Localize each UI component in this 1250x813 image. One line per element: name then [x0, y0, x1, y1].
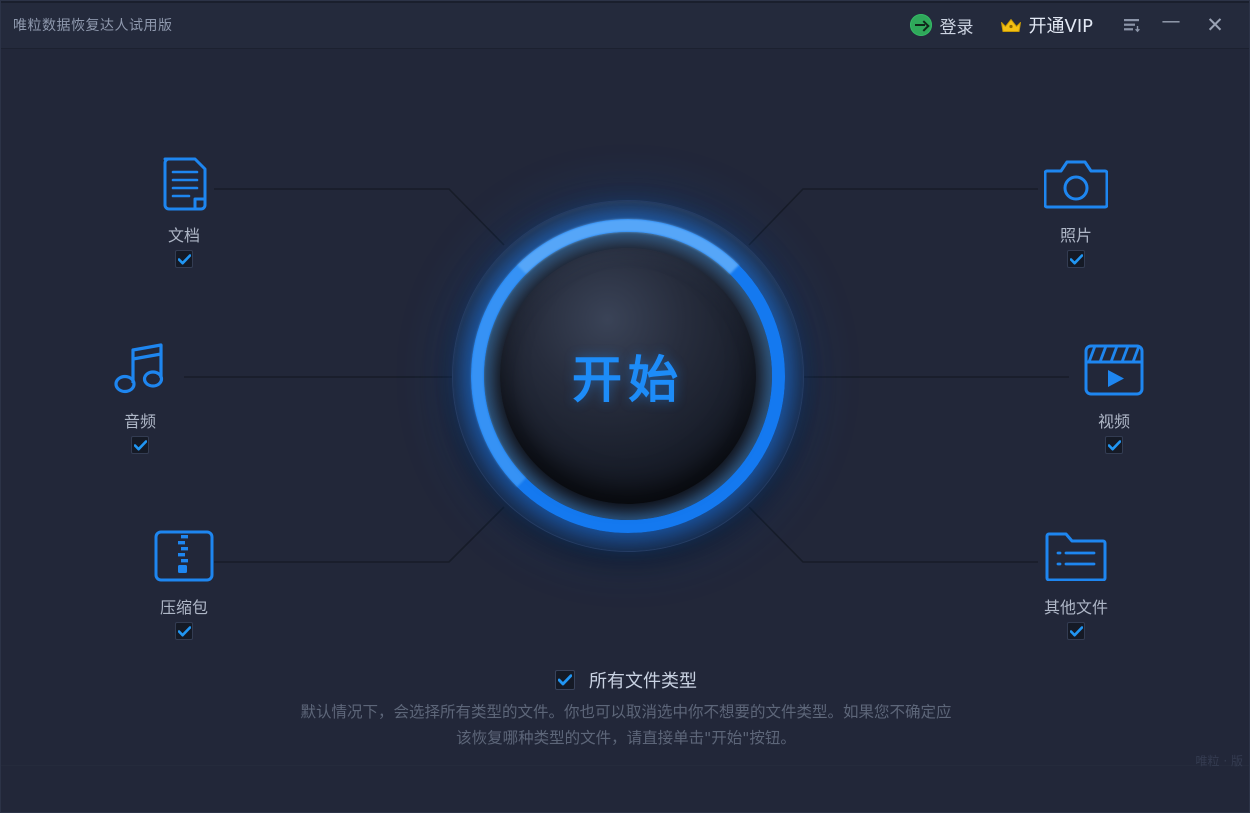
minimize-glyph: — [1161, 9, 1181, 32]
music-note-icon [111, 341, 169, 399]
open-vip-button[interactable]: 开通VIP [1000, 1, 1093, 49]
hint-line-2: 该恢复哪种类型的文件，请直接单击"开始"按钮。 [456, 729, 796, 747]
file-type-label: 音频 [123, 412, 156, 431]
main-stage: 开始 文档 照片 音频 视频 压缩包 其他文件 所有文件类型 默认情况下，会选择… [1, 49, 1249, 812]
film-clapper-icon [1084, 341, 1144, 399]
file-type-label: 文档 [167, 226, 200, 245]
file-type-photo[interactable]: 照片 [1011, 155, 1141, 268]
file-type-video[interactable]: 视频 [1049, 341, 1179, 454]
minimize-button[interactable]: — [1149, 1, 1193, 54]
camera-icon [1044, 155, 1108, 213]
login-button[interactable]: 登录 [909, 1, 974, 49]
document-icon [155, 155, 213, 213]
file-type-checkbox[interactable] [1067, 250, 1085, 268]
login-label: 登录 [939, 17, 974, 38]
start-button-label: 开始 [572, 351, 684, 409]
start-button[interactable]: 开始 [500, 248, 756, 504]
folder-icon [1044, 527, 1108, 585]
title-bar-actions: 登录 开通VIP — ✕ [909, 1, 1249, 49]
title-bar: 唯粒数据恢复达人试用版 登录 开通VIP — ✕ [1, 1, 1249, 49]
file-type-label: 照片 [1059, 226, 1092, 245]
footer-text: 唯粒 · 版 [1195, 754, 1243, 768]
crown-icon [1000, 17, 1022, 33]
app-title: 唯粒数据恢复达人试用版 [13, 17, 173, 34]
zip-archive-icon [154, 527, 214, 585]
all-file-types-row[interactable]: 所有文件类型 [1, 667, 1249, 693]
app-window: 唯粒数据恢复达人试用版 登录 开通VIP — ✕ 开始 文档 照片 音频 视频 … [0, 0, 1250, 813]
all-file-types-label: 所有文件类型 [589, 671, 697, 692]
file-type-document[interactable]: 文档 [119, 155, 249, 268]
login-arrow-icon [909, 14, 932, 36]
file-type-label: 视频 [1097, 412, 1130, 431]
all-file-types-checkbox[interactable] [555, 670, 575, 690]
file-type-checkbox[interactable] [1105, 436, 1123, 454]
file-type-audio[interactable]: 音频 [75, 341, 205, 454]
close-glyph: ✕ [1206, 13, 1224, 37]
file-type-checkbox[interactable] [175, 250, 193, 268]
hint-line-1: 默认情况下，会选择所有类型的文件。你也可以取消选中你不想要的文件类型。如果您不确… [300, 703, 952, 721]
vip-label: 开通VIP [1028, 16, 1093, 37]
hint-text: 默认情况下，会选择所有类型的文件。你也可以取消选中你不想要的文件类型。如果您不确… [226, 699, 1026, 751]
menu-list-icon[interactable] [1115, 1, 1149, 49]
file-type-checkbox[interactable] [175, 622, 193, 640]
file-type-label: 压缩包 [159, 598, 208, 617]
file-type-checkbox[interactable] [131, 436, 149, 454]
close-button[interactable]: ✕ [1193, 1, 1237, 49]
file-type-other[interactable]: 其他文件 [1011, 527, 1141, 640]
file-type-label: 其他文件 [1043, 598, 1108, 617]
start-dial: 开始 [453, 201, 803, 551]
file-type-checkbox[interactable] [1067, 622, 1085, 640]
file-type-archive[interactable]: 压缩包 [119, 527, 249, 640]
footer-divider: 唯粒 · 版 [1, 754, 1249, 768]
